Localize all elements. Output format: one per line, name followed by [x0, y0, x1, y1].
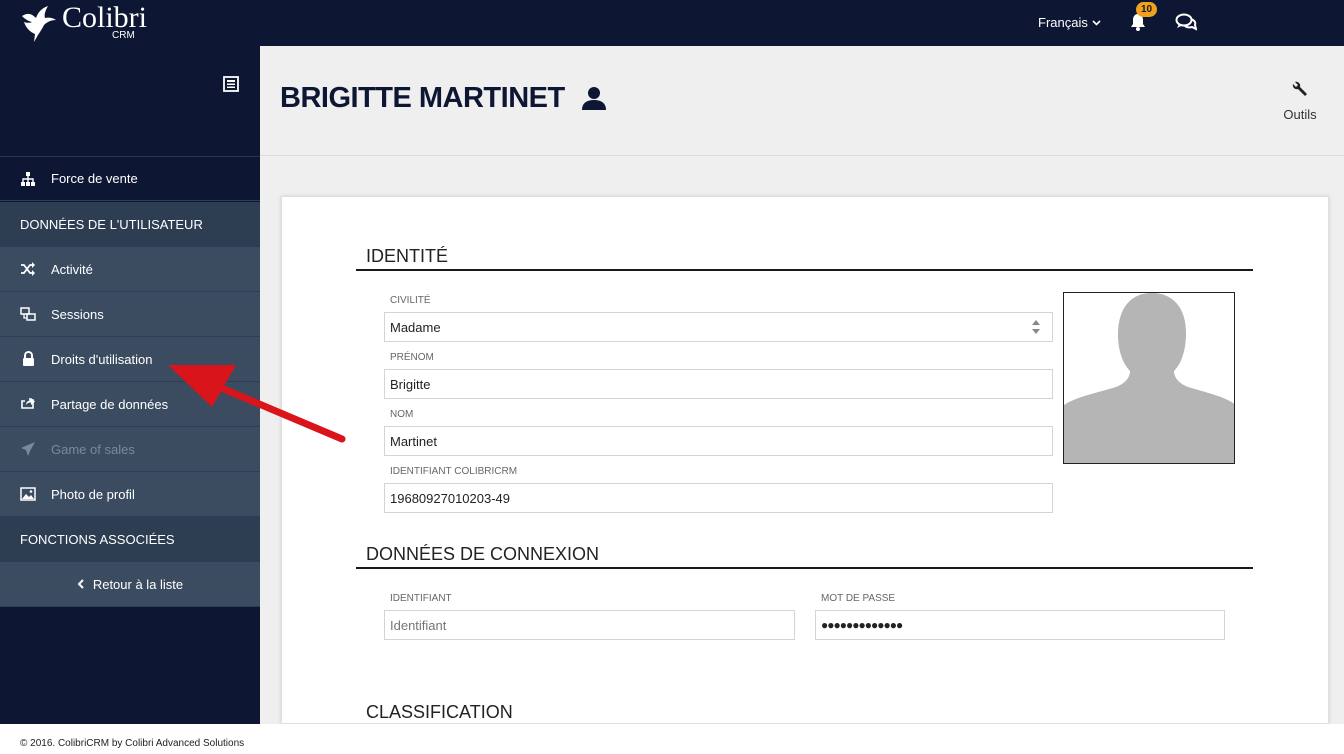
- sidebar-item-label: Force de vente: [51, 171, 138, 186]
- page-header: BRIGITTE MARTINET Outils: [260, 46, 1344, 156]
- sidebar: Force de vente DONNÉES DE L'UTILISATEUR …: [0, 46, 260, 724]
- back-to-list-link[interactable]: Retour à la liste: [0, 562, 260, 607]
- notification-badge: 10: [1136, 2, 1158, 17]
- select-arrows-icon: [1032, 320, 1040, 334]
- sidebar-section-user-data: DONNÉES DE L'UTILISATEUR: [0, 202, 260, 247]
- password-field[interactable]: ●●●●●●●●●●●●●: [815, 610, 1225, 640]
- connection-divider: [356, 567, 1253, 569]
- last-name-field[interactable]: Martinet: [384, 426, 1053, 456]
- shuffle-icon: [19, 260, 37, 278]
- classification-section-title: CLASSIFICATION: [366, 702, 513, 722]
- sessions-icon: [19, 305, 37, 323]
- hummingbird-icon: [22, 6, 56, 42]
- first-name-value: Brigitte: [390, 376, 431, 392]
- chevron-left-icon: [77, 579, 84, 589]
- image-icon: [19, 485, 37, 503]
- first-name-label: PRÉNOM: [390, 352, 434, 363]
- sidebar-item-label: Photo de profil: [51, 486, 135, 502]
- sidebar-section-associated-functions: FONCTIONS ASSOCIÉES: [0, 517, 260, 562]
- sitemap-icon: [19, 170, 37, 188]
- sidebar-item-label: Activité: [51, 261, 93, 277]
- language-selector[interactable]: Français: [1038, 15, 1101, 30]
- user-icon: [582, 87, 606, 110]
- tools-label: Outils: [1283, 107, 1317, 122]
- sidebar-item-label: Droits d'utilisation: [51, 351, 153, 367]
- sidebar-item-photo-profil[interactable]: Photo de profil: [0, 472, 260, 517]
- lock-icon: [19, 350, 37, 368]
- sidebar-section-label: FONCTIONS ASSOCIÉES: [20, 531, 175, 547]
- first-name-field[interactable]: Brigitte: [384, 369, 1053, 399]
- sidebar-item-label: Sessions: [51, 306, 104, 322]
- share-icon: [19, 395, 37, 413]
- logo-subtitle: CRM: [112, 30, 135, 41]
- identity-section-title: IDENTITÉ: [366, 246, 449, 266]
- chat-icon[interactable]: [1175, 12, 1197, 32]
- footer: © 2016. ColibriCRM by Colibri Advanced S…: [0, 724, 1344, 754]
- password-label: MOT DE PASSE: [821, 593, 896, 604]
- civility-value: Madame: [390, 319, 441, 335]
- sidebar-item-activite[interactable]: Activité: [0, 247, 260, 292]
- last-name-value: Martinet: [390, 433, 437, 449]
- sidebar-item-force-de-vente[interactable]: Force de vente: [0, 156, 260, 201]
- tools-button[interactable]: Outils: [1280, 80, 1320, 122]
- colibri-id-field[interactable]: 19680927010203-49: [384, 483, 1053, 513]
- logo-text: Colibri: [62, 1, 148, 34]
- page-title: BRIGITTE MARTINET: [280, 82, 565, 114]
- colibri-id-label: IDENTIFIANT COLIBRICRM: [390, 466, 518, 477]
- paper-plane-icon: [19, 440, 37, 458]
- sidebar-item-partage-donnees[interactable]: Partage de données: [0, 382, 260, 427]
- login-label: IDENTIFIANT: [390, 593, 452, 604]
- password-value: ●●●●●●●●●●●●●: [821, 618, 903, 632]
- back-to-list-label: Retour à la liste: [92, 576, 184, 592]
- chevron-down-icon: [1092, 19, 1101, 26]
- sidebar-item-sessions[interactable]: Sessions: [0, 292, 260, 337]
- sidebar-item-game-of-sales: Game of sales: [0, 427, 260, 472]
- colibri-id-value: 19680927010203-49: [390, 490, 511, 506]
- civility-label: CIVILITÉ: [390, 295, 431, 306]
- civility-select[interactable]: Madame: [384, 312, 1053, 342]
- sidebar-section-label: DONNÉES DE L'UTILISATEUR: [20, 216, 203, 232]
- avatar-placeholder-icon: [1064, 293, 1234, 463]
- connection-section-title: DONNÉES DE CONNEXION: [366, 544, 600, 564]
- sidebar-item-droits-utilisation[interactable]: Droits d'utilisation: [0, 337, 260, 382]
- sidebar-item-label: Game of sales: [51, 441, 135, 457]
- top-bar: Colibri CRM Français 10: [0, 0, 1344, 46]
- profile-photo[interactable]: [1063, 292, 1235, 464]
- language-label: Français: [1038, 15, 1088, 30]
- footer-text: © 2016. ColibriCRM by Colibri Advanced S…: [20, 738, 245, 749]
- wrench-icon: [1292, 81, 1307, 96]
- sidebar-item-label: Partage de données: [51, 396, 169, 412]
- login-input[interactable]: [384, 610, 795, 640]
- contact-card-icon[interactable]: [223, 76, 239, 92]
- identity-divider: [356, 269, 1253, 271]
- last-name-label: NOM: [390, 409, 414, 420]
